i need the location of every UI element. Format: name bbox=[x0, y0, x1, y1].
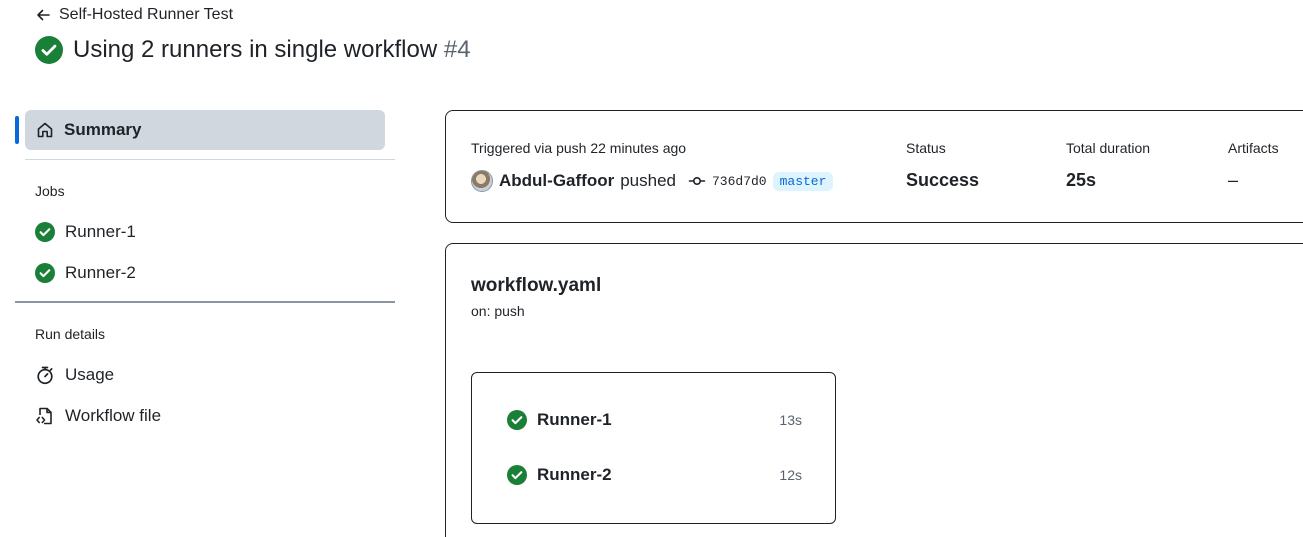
jobs-section-title: Jobs bbox=[35, 183, 65, 199]
artifacts-label: Artifacts bbox=[1228, 140, 1279, 156]
workflow-graph-card: workflow.yaml on: push Runner-1 13s Runn… bbox=[445, 243, 1303, 537]
check-circle-fill-icon bbox=[507, 410, 527, 430]
selected-indicator bbox=[15, 116, 19, 144]
artifacts-value: – bbox=[1228, 170, 1239, 190]
push-action: pushed bbox=[620, 171, 676, 190]
total-duration-value: 25s bbox=[1066, 170, 1097, 190]
job-node-runner-1[interactable]: Runner-1 13s bbox=[507, 410, 802, 430]
file-code-icon bbox=[36, 407, 52, 424]
trigger-text: Triggered via push 22 minutes ago bbox=[471, 140, 687, 156]
branch-badge[interactable]: master bbox=[772, 171, 834, 191]
check-circle-fill-icon bbox=[35, 36, 63, 64]
sidebar-item-label: Runner-1 bbox=[65, 221, 136, 241]
check-circle-fill-icon bbox=[35, 262, 55, 283]
workflow-trigger: on: push bbox=[471, 303, 525, 319]
job-node-runner-2[interactable]: Runner-2 12s bbox=[507, 465, 802, 485]
back-link[interactable]: Self-Hosted Runner Test bbox=[35, 4, 233, 26]
run-sidebar: Summary Jobs Runner-1 Runner-2 Run detai… bbox=[15, 110, 395, 436]
job-group: Runner-1 13s Runner-2 12s bbox=[471, 372, 836, 524]
run-summary-card: Triggered via push 22 minutes ago Abdul-… bbox=[445, 110, 1303, 223]
page-title-row: Using 2 runners in single workflow #4 bbox=[35, 36, 471, 64]
sidebar-divider bbox=[25, 159, 395, 160]
check-circle-fill-icon bbox=[507, 465, 527, 485]
git-commit-icon bbox=[688, 177, 706, 186]
commit-sha-link[interactable]: 736d7d0 bbox=[712, 174, 767, 189]
status-value: Success bbox=[906, 170, 980, 190]
sidebar-item-summary[interactable]: Summary bbox=[15, 110, 385, 150]
page-title: Using 2 runners in single workflow #4 bbox=[73, 36, 471, 64]
sidebar-item-job-runner-1[interactable]: Runner-1 bbox=[15, 211, 395, 252]
check-circle-fill-icon bbox=[35, 221, 55, 242]
run-details-section-title: Run details bbox=[35, 326, 106, 342]
stopwatch-icon bbox=[37, 366, 53, 384]
total-duration-label: Total duration bbox=[1066, 140, 1151, 156]
sidebar-item-label: Workflow file bbox=[65, 405, 162, 425]
run-number: #4 bbox=[443, 36, 471, 63]
status-label: Status bbox=[906, 140, 946, 156]
workflow-file-name: workflow.yaml bbox=[471, 275, 602, 296]
sidebar-item-job-runner-2[interactable]: Runner-2 bbox=[15, 252, 395, 293]
workflow-run-page: Self-Hosted Runner Test Using 2 runners … bbox=[0, 0, 1303, 537]
job-name: Runner-2 bbox=[537, 465, 612, 484]
push-info: Abdul-Gaffoor pushed 736d7d0 master bbox=[471, 170, 834, 192]
sidebar-item-label: Runner-2 bbox=[65, 262, 136, 282]
run-title: Using 2 runners in single workflow bbox=[73, 36, 438, 63]
author-link[interactable]: Abdul-Gaffoor bbox=[499, 171, 614, 191]
sidebar-item-label: Summary bbox=[64, 120, 142, 139]
avatar[interactable] bbox=[471, 170, 493, 192]
job-duration: 13s bbox=[779, 412, 802, 428]
sidebar-item-label: Usage bbox=[65, 364, 115, 384]
sidebar-divider bbox=[15, 301, 395, 303]
job-name: Runner-1 bbox=[537, 410, 612, 429]
home-icon bbox=[37, 122, 53, 138]
job-duration: 12s bbox=[779, 467, 802, 483]
back-link-label: Self-Hosted Runner Test bbox=[59, 6, 234, 23]
arrow-left-icon bbox=[37, 9, 50, 21]
sidebar-item-usage[interactable]: Usage bbox=[15, 354, 395, 395]
sidebar-item-workflow-file[interactable]: Workflow file bbox=[15, 395, 395, 436]
